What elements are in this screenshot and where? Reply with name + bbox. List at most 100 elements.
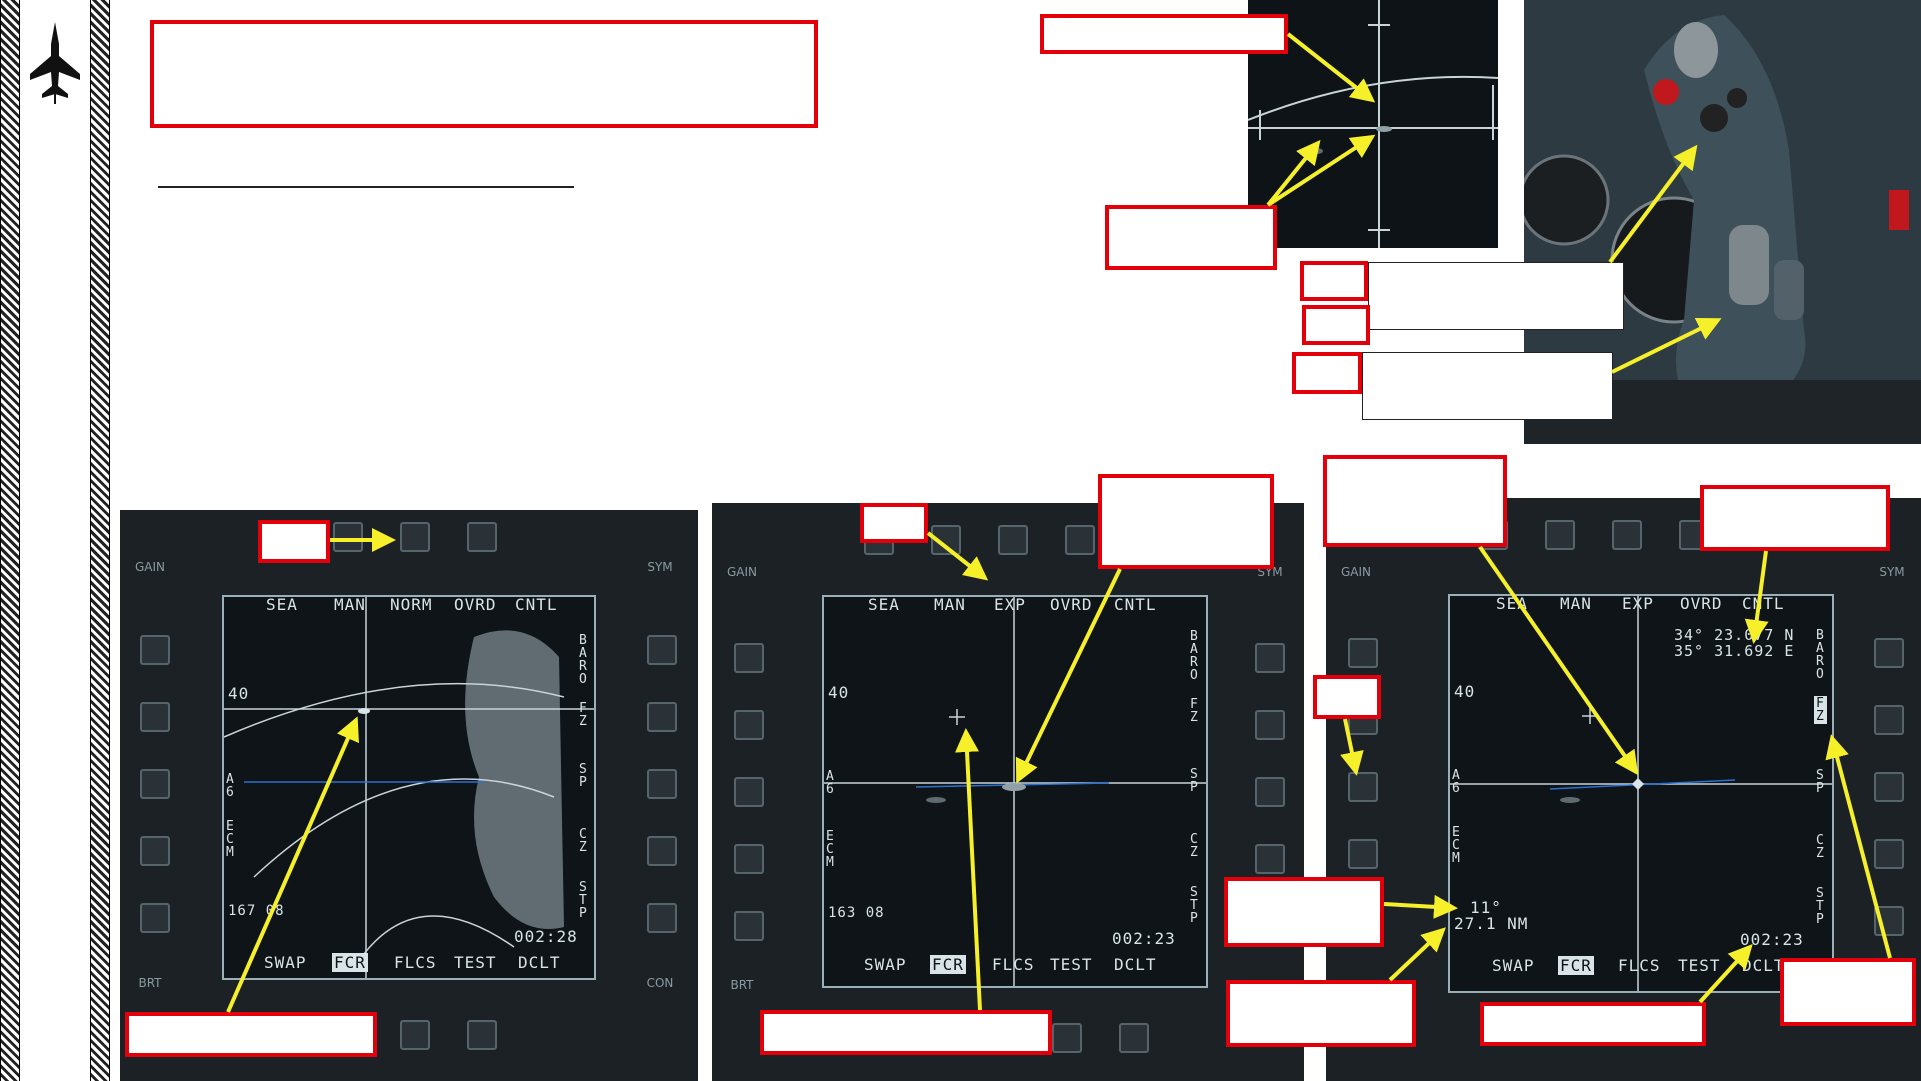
osb-bottom-2[interactable] bbox=[1119, 1023, 1149, 1053]
osb-left-5[interactable] bbox=[140, 903, 170, 933]
gain-rocker[interactable]: GAIN bbox=[1338, 565, 1374, 579]
osb-right-1[interactable] bbox=[1255, 643, 1285, 673]
right-o[interactable]: O bbox=[1816, 667, 1825, 682]
osb-left-1[interactable] bbox=[140, 635, 170, 665]
osb-right-5[interactable] bbox=[1874, 906, 1904, 936]
right-z[interactable]: Z bbox=[1190, 710, 1199, 725]
right-p[interactable]: P bbox=[579, 775, 588, 790]
btn-fcr[interactable]: FCR bbox=[1558, 956, 1594, 975]
mode-sea[interactable]: SEA bbox=[868, 595, 900, 614]
osb-left-3[interactable] bbox=[140, 769, 170, 799]
right-p2[interactable]: P bbox=[1190, 911, 1199, 926]
mode-ovrd[interactable]: OVRD bbox=[1050, 595, 1093, 614]
osb-right-3[interactable] bbox=[1874, 772, 1904, 802]
con-rocker[interactable]: CON bbox=[642, 976, 678, 990]
right-p[interactable]: P bbox=[1190, 780, 1199, 795]
mode-man[interactable]: MAN bbox=[334, 595, 366, 614]
osb-top-3[interactable] bbox=[998, 525, 1028, 555]
gain-rocker[interactable]: GAIN bbox=[132, 560, 168, 574]
osb-right-3[interactable] bbox=[647, 769, 677, 799]
osb-left-4[interactable] bbox=[140, 836, 170, 866]
osb-left-2[interactable] bbox=[140, 702, 170, 732]
osb-top-3[interactable] bbox=[1612, 520, 1642, 550]
right-o[interactable]: O bbox=[1190, 668, 1199, 683]
mode-sea[interactable]: SEA bbox=[1496, 594, 1528, 613]
brt-rocker[interactable]: BRT bbox=[724, 978, 760, 992]
brt-rocker[interactable]: BRT bbox=[132, 976, 168, 990]
osb-right-2[interactable] bbox=[1874, 705, 1904, 735]
mode-cntl[interactable]: CNTL bbox=[515, 595, 558, 614]
osb-right-4[interactable] bbox=[1255, 844, 1285, 874]
osb-top-2[interactable] bbox=[931, 525, 961, 555]
osb-right-1[interactable] bbox=[647, 635, 677, 665]
gain-rocker[interactable]: GAIN bbox=[724, 565, 760, 579]
osb-right-1[interactable] bbox=[1874, 638, 1904, 668]
sym-rocker[interactable]: SYM bbox=[1874, 565, 1910, 579]
right-z2[interactable]: Z bbox=[1190, 845, 1199, 860]
mode-man[interactable]: MAN bbox=[934, 595, 966, 614]
left-rail-hatch-inner bbox=[90, 0, 110, 1081]
btn-swap[interactable]: SWAP bbox=[264, 953, 307, 972]
right-z[interactable]: Z bbox=[579, 714, 588, 729]
osb-bottom-1[interactable] bbox=[1052, 1023, 1082, 1053]
osb-right-2[interactable] bbox=[1255, 710, 1285, 740]
osb-left-1[interactable] bbox=[1348, 638, 1378, 668]
osb-right-4[interactable] bbox=[647, 836, 677, 866]
mode-exp[interactable]: EXP bbox=[1622, 594, 1654, 613]
osb-left-3[interactable] bbox=[734, 777, 764, 807]
label-m: M bbox=[826, 855, 835, 870]
right-p2[interactable]: P bbox=[1816, 912, 1825, 927]
osb-left-5[interactable] bbox=[734, 911, 764, 941]
mode-cntl[interactable]: CNTL bbox=[1114, 595, 1157, 614]
osb-left-3[interactable] bbox=[1348, 772, 1378, 802]
btn-test[interactable]: TEST bbox=[1050, 955, 1093, 974]
callout-mfd-mid-bottom bbox=[760, 1010, 1052, 1055]
osb-right-2[interactable] bbox=[647, 702, 677, 732]
mode-cntl[interactable]: CNTL bbox=[1742, 594, 1785, 613]
osb-left-4[interactable] bbox=[1348, 839, 1378, 869]
right-p[interactable]: P bbox=[1816, 781, 1825, 796]
coord-lon: 35° 31.692 E bbox=[1674, 642, 1795, 660]
osb-right-3[interactable] bbox=[1255, 777, 1285, 807]
sym-rocker[interactable]: SYM bbox=[642, 560, 678, 574]
btn-flcs[interactable]: FLCS bbox=[1618, 956, 1661, 975]
osb-top-2[interactable] bbox=[333, 522, 363, 552]
btn-fcr[interactable]: FCR bbox=[930, 955, 966, 974]
mode-norm[interactable]: NORM bbox=[390, 595, 433, 614]
osb-left-1[interactable] bbox=[734, 643, 764, 673]
btn-dclt[interactable]: DCLT bbox=[1742, 956, 1785, 975]
btn-dclt[interactable]: DCLT bbox=[1114, 955, 1157, 974]
mode-sea[interactable]: SEA bbox=[266, 595, 298, 614]
right-z[interactable]: Z bbox=[1814, 709, 1827, 724]
mode-exp[interactable]: EXP bbox=[994, 595, 1026, 614]
right-z2[interactable]: Z bbox=[579, 840, 588, 855]
btn-flcs[interactable]: FLCS bbox=[992, 955, 1035, 974]
distance: 27.1 NM bbox=[1454, 914, 1529, 933]
callout-radar-top bbox=[1040, 14, 1288, 54]
right-z2[interactable]: Z bbox=[1816, 846, 1825, 861]
osb-right-5[interactable] bbox=[647, 903, 677, 933]
right-p2[interactable]: P bbox=[579, 906, 588, 921]
osb-bottom-3[interactable] bbox=[400, 1020, 430, 1050]
osb-top-2[interactable] bbox=[1545, 520, 1575, 550]
osb-bottom-4[interactable] bbox=[467, 1020, 497, 1050]
callout-mfd-right-fz bbox=[1780, 958, 1916, 1026]
btn-flcs[interactable]: FLCS bbox=[394, 953, 437, 972]
btn-swap[interactable]: SWAP bbox=[864, 955, 907, 974]
mode-man[interactable]: MAN bbox=[1560, 594, 1592, 613]
osb-top-4[interactable] bbox=[1065, 525, 1095, 555]
btn-fcr[interactable]: FCR bbox=[332, 953, 368, 972]
mode-ovrd[interactable]: OVRD bbox=[454, 595, 497, 614]
btn-swap[interactable]: SWAP bbox=[1492, 956, 1535, 975]
osb-top-3[interactable] bbox=[400, 522, 430, 552]
right-o[interactable]: O bbox=[579, 672, 588, 687]
btn-test[interactable]: TEST bbox=[454, 953, 497, 972]
btn-test[interactable]: TEST bbox=[1678, 956, 1721, 975]
osb-left-2[interactable] bbox=[734, 710, 764, 740]
heading-speed: 167 08 bbox=[228, 903, 285, 919]
osb-left-4[interactable] bbox=[734, 844, 764, 874]
osb-right-4[interactable] bbox=[1874, 839, 1904, 869]
mode-ovrd[interactable]: OVRD bbox=[1680, 594, 1723, 613]
btn-dclt[interactable]: DCLT bbox=[518, 953, 561, 972]
osb-top-4[interactable] bbox=[467, 522, 497, 552]
